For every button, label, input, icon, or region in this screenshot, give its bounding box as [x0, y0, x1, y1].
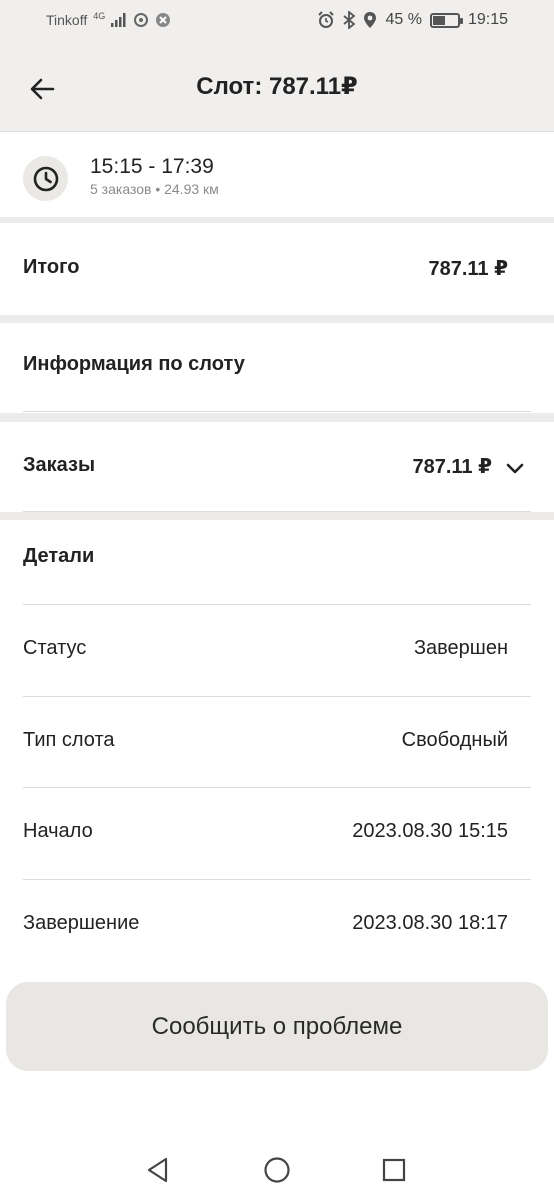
slot-summary: 15:15 - 17:39 5 заказов • 24.93 км	[0, 133, 554, 217]
detail-value-start: 2023.08.30 15:15	[352, 820, 508, 842]
total-label: Итого	[23, 256, 80, 278]
slot-time-range: 15:15 - 17:39	[90, 155, 214, 178]
total-row: Итого 787.11 ₽	[0, 223, 554, 315]
orders-value: 787.11 ₽	[412, 456, 492, 478]
slot-orders-distance: 5 заказов • 24.93 км	[90, 181, 219, 197]
section-gap	[0, 512, 554, 520]
app-header: Слот: 787.11₽	[0, 42, 554, 132]
divider	[23, 787, 531, 788]
clock-time: 19:15	[467, 11, 508, 28]
battery-percent: 45 %	[385, 11, 422, 28]
detail-value-end: 2023.08.30 18:17	[352, 912, 508, 934]
nav-back-icon[interactable]	[142, 1154, 174, 1186]
status-bar-right: 45 % 19:15	[317, 11, 508, 29]
page-title: Слот: 787.11₽	[196, 73, 358, 100]
report-problem-button[interactable]: Сообщить о проблеме	[6, 982, 548, 1071]
divider	[23, 879, 531, 880]
clock-icon-container	[23, 156, 68, 201]
section-gap	[0, 315, 554, 323]
nav-home-icon[interactable]	[261, 1154, 293, 1186]
slot-info-section: Информация по слоту	[0, 323, 554, 413]
network-label: 4G	[93, 11, 106, 21]
divider	[23, 411, 531, 412]
details-title: Детали	[23, 545, 95, 567]
chevron-down-icon[interactable]	[504, 458, 526, 480]
sync-icon	[134, 13, 149, 27]
status-bar: Tinkoff 4G 45 % 19:15	[0, 0, 554, 42]
clock-icon	[33, 166, 58, 191]
detail-label-start: Начало	[23, 820, 93, 842]
location-icon	[364, 12, 377, 28]
total-value: 787.11 ₽	[428, 258, 508, 280]
detail-label-slot-type: Тип слота	[23, 729, 115, 751]
signal-icon	[111, 13, 126, 27]
detail-value-slot-type: Свободный	[401, 729, 508, 751]
orders-label: Заказы	[23, 454, 96, 476]
bluetooth-icon	[343, 11, 356, 29]
status-bar-left: Tinkoff 4G	[46, 11, 171, 28]
orders-row[interactable]: Заказы 787.11 ₽	[0, 422, 554, 512]
battery-icon	[429, 12, 463, 28]
app-notification-icon	[156, 13, 171, 27]
section-gap	[0, 413, 554, 422]
system-nav-bar	[0, 1130, 554, 1200]
details-section: Детали Статус Завершен Тип слота Свободн…	[0, 520, 554, 980]
divider	[23, 696, 531, 697]
divider	[23, 604, 531, 605]
detail-value-status: Завершен	[413, 637, 508, 659]
nav-recents-icon[interactable]	[378, 1154, 410, 1186]
slot-info-title: Информация по слоту	[23, 353, 245, 375]
detail-label-status: Статус	[23, 637, 87, 659]
alarm-icon	[318, 11, 335, 28]
detail-label-end: Завершение	[23, 912, 140, 934]
carrier-label: Tinkoff	[46, 12, 88, 28]
